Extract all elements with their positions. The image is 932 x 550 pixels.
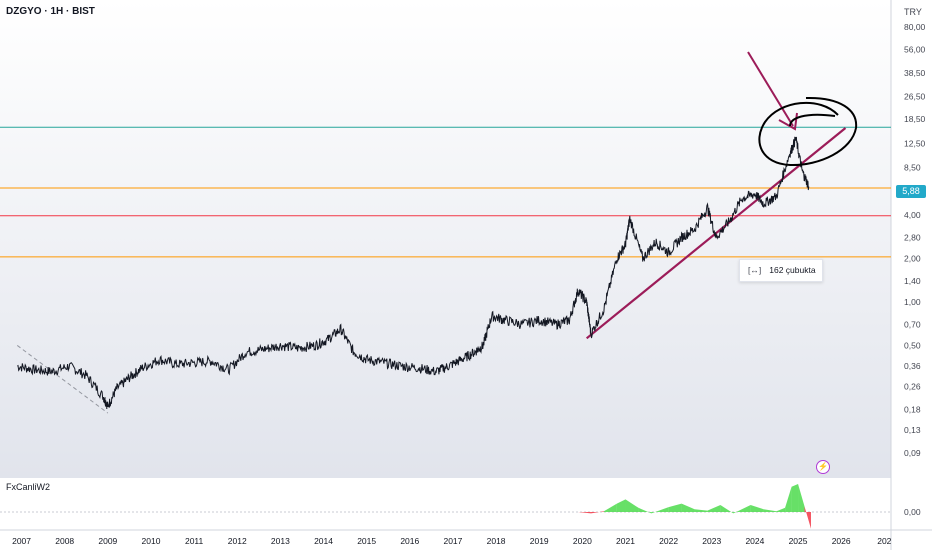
y-tick-3: 26,50 [904,91,926,101]
y-tick-17: 0,18 [904,405,921,415]
last-price-badge: 5,88 [896,185,926,198]
bars-range-tooltip: [↔] 162 çubukta [739,259,823,282]
x-tick-1: 2008 [55,536,74,546]
x-tick-9: 2016 [400,536,419,546]
y-tick-19: 0,09 [904,448,921,458]
x-tick-8: 2015 [357,536,376,546]
y-tick-10: 2,00 [904,253,921,263]
oscillator-zero-label: 0,00 [904,507,921,517]
x-tick-15: 2022 [659,536,678,546]
bars-range-icon: [↔] [748,265,762,275]
y-tick-6: 8,50 [904,163,921,173]
x-tick-13: 2020 [573,536,592,546]
x-tick-11: 2018 [487,536,506,546]
x-tick-17: 2024 [745,536,764,546]
y-tick-15: 0,36 [904,361,921,371]
y-tick-11: 1,40 [904,276,921,286]
y-tick-14: 0,50 [904,340,921,350]
y-tick-1: 56,00 [904,44,926,54]
y-tick-0: 80,00 [904,22,926,32]
x-tick-0: 2007 [12,536,31,546]
x-tick-16: 2023 [702,536,721,546]
x-tick-2: 2009 [98,536,117,546]
x-tick-3: 2010 [142,536,161,546]
x-tick-7: 2014 [314,536,333,546]
y-tick-12: 1,00 [904,297,921,307]
y-tick-5: 12,50 [904,138,926,148]
y-tick-8: 4,00 [904,210,921,220]
x-tick-12: 2019 [530,536,549,546]
currency-label: TRY [904,7,922,17]
x-tick-6: 2013 [271,536,290,546]
y-tick-16: 0,26 [904,381,921,391]
x-tick-4: 2011 [185,536,204,546]
oscillator-area-18 [791,484,799,512]
x-tick-20: 202 [877,536,891,546]
y-tick-2: 38,50 [904,68,926,78]
x-tick-10: 2017 [443,536,462,546]
price-pane-background [0,0,891,478]
y-tick-9: 2,80 [904,232,921,242]
x-tick-19: 2026 [832,536,851,546]
symbol-title[interactable]: DZGYO · 1H · BIST [6,6,95,17]
y-tick-18: 0,13 [904,425,921,435]
y-tick-13: 0,70 [904,319,921,329]
lightning-icon[interactable]: ⚡ [816,460,830,474]
bars-range-text: 162 çubukta [769,265,816,275]
oscillator-pane-background [0,478,891,530]
x-tick-5: 2012 [228,536,247,546]
indicator-name[interactable]: FxCanliW2 [6,482,50,492]
x-tick-18: 2025 [789,536,808,546]
y-tick-4: 18,50 [904,114,926,124]
x-tick-14: 2021 [616,536,635,546]
